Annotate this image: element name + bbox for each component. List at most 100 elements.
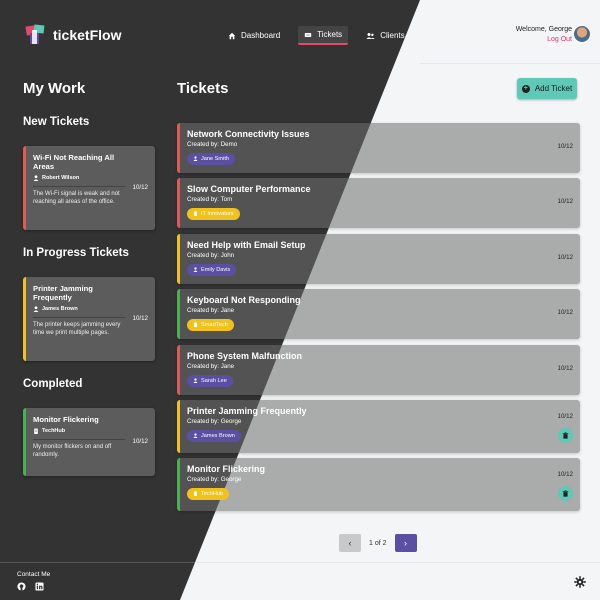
badge-label: TechHub (201, 490, 224, 497)
section-heading-completed: Completed (23, 378, 83, 390)
building-icon (194, 491, 197, 496)
status-bar (177, 345, 180, 395)
nav-label: Clients (380, 31, 405, 40)
avatar[interactable] (573, 25, 591, 43)
pagination: ‹ 1 of 2 › (339, 534, 417, 552)
github-icon[interactable] (17, 582, 26, 591)
ticket-date: 10/12 (557, 365, 573, 372)
card-assignee: Robert Wilson (33, 175, 147, 181)
card-divider (33, 317, 125, 318)
status-bar (177, 400, 180, 453)
card-divider (33, 186, 125, 187)
assignee-badge: Emily Davis (187, 263, 237, 276)
assignee-badge: Sarah Lee (187, 374, 233, 387)
badge-label: Emily Davis (201, 266, 231, 273)
assignee-name: TechHub (42, 428, 66, 434)
my-work-title: My Work (23, 80, 86, 97)
app-logo[interactable]: ticketFlow (25, 24, 121, 46)
prev-page-button[interactable]: ‹ (339, 534, 361, 552)
logo-icon (25, 24, 45, 44)
main-nav: Dashboard Tickets Clients (222, 26, 411, 45)
nav-label: Dashboard (241, 31, 281, 40)
ticket-card[interactable]: Slow Computer Performance Created by: Tom… (177, 178, 580, 228)
person-icon (33, 175, 39, 181)
status-bar (177, 289, 180, 339)
client-badge: IT Innovators (187, 207, 240, 220)
ticket-created-by: Created by: Tom (187, 196, 233, 203)
social-links (17, 582, 44, 591)
badge-label: Sarah Lee (201, 377, 227, 384)
linkedin-icon[interactable] (35, 582, 44, 591)
section-heading-new: New Tickets (23, 116, 90, 128)
status-bar (23, 408, 26, 476)
badge-label: SmartTech (201, 321, 228, 328)
person-icon (33, 306, 39, 312)
ticket-date: 10/12 (557, 143, 573, 150)
nav-clients[interactable]: Clients (360, 26, 410, 45)
ticket-card[interactable]: Need Help with Email Setup Created by: Jo… (177, 234, 580, 284)
gear-icon[interactable] (574, 576, 586, 588)
header-divider (420, 63, 600, 64)
card-title: Monitor Flickering (33, 415, 99, 424)
status-bar (23, 146, 26, 230)
tickets-title: Tickets (177, 80, 229, 97)
my-ticket-card[interactable]: Printer Jamming Frequently James Brown T… (23, 277, 155, 361)
user-info: Welcome, George Log Out (516, 26, 572, 43)
assignee-badge: James Brown (187, 429, 241, 442)
ticket-card[interactable]: Monitor Flickering Created by: George Tech… (177, 458, 580, 511)
trash-icon (562, 490, 569, 497)
ticket-icon (304, 32, 312, 37)
assignee-badge: Jane Smith (187, 152, 235, 165)
my-ticket-card[interactable]: Monitor Flickering TechHub My monitor fl… (23, 408, 155, 476)
card-divider (33, 439, 125, 440)
person-icon (193, 378, 198, 383)
ticket-title: Monitor Flickering (187, 464, 266, 474)
next-page-button[interactable]: › (394, 534, 417, 552)
ticket-card[interactable]: Phone System Malfunction Created by: Jane… (177, 345, 580, 395)
card-assignee: TechHub (33, 428, 147, 434)
delete-ticket-button[interactable] (558, 486, 573, 501)
ticket-created-by: Created by: George (187, 476, 242, 483)
logout-link[interactable]: Log Out (516, 36, 572, 43)
card-assignee: James Brown (33, 306, 147, 312)
badge-label: James Brown (201, 432, 235, 439)
ticket-created-by: Created by: George (187, 418, 242, 425)
add-ticket-button[interactable]: + Add Ticket (517, 78, 577, 99)
ticket-title: Need Help with Email Setup (187, 240, 306, 250)
add-ticket-label: Add Ticket (534, 84, 573, 93)
card-title: Printer Jamming Frequently (33, 284, 93, 302)
ticket-card[interactable]: Keyboard Not Responding Created by: Jane S… (177, 289, 580, 339)
card-title: Wi-Fi Not Reaching All Areas (33, 153, 115, 171)
card-date: 10/12 (132, 315, 148, 322)
section-heading-in-progress: In Progress Tickets (23, 247, 129, 259)
ticket-date: 10/12 (557, 254, 573, 261)
ticket-date: 10/12 (557, 198, 573, 205)
ticket-title: Keyboard Not Responding (187, 295, 301, 305)
ticket-title: Printer Jamming Frequently (187, 406, 307, 416)
ticket-created-by: Created by: Jane (187, 307, 235, 314)
delete-ticket-button[interactable] (558, 428, 573, 443)
nav-tickets[interactable]: Tickets (298, 26, 349, 45)
welcome-text: Welcome, George (515, 26, 572, 33)
client-badge: SmartTech (187, 318, 234, 331)
person-icon (193, 267, 198, 272)
my-ticket-card[interactable]: Wi-Fi Not Reaching All Areas Robert Wils… (23, 146, 155, 230)
app-name: ticketFlow (53, 27, 122, 43)
page-indicator: 1 of 2 (369, 539, 387, 547)
ticket-card[interactable]: Network Connectivity Issues Created by: D… (177, 123, 580, 173)
plus-icon: + (521, 84, 530, 93)
person-icon (193, 156, 198, 161)
assignee-name: James Brown (42, 306, 78, 312)
status-bar (177, 458, 180, 511)
building-icon (194, 322, 197, 327)
badge-label: Jane Smith (201, 155, 229, 162)
assignee-name: Robert Wilson (42, 175, 80, 181)
badge-label: IT Innovators (201, 210, 234, 217)
nav-dashboard[interactable]: Dashboard (222, 26, 286, 45)
ticket-title: Slow Computer Performance (187, 184, 311, 194)
ticket-card[interactable]: Printer Jamming Frequently Created by: Ge… (177, 400, 580, 453)
top-navbar: ticketFlow Dashboard Tickets Clients Wel… (0, 0, 600, 64)
card-description: The Wi-Fi signal is weak and not reachin… (33, 191, 120, 205)
status-bar (177, 234, 180, 284)
building-icon (194, 211, 197, 216)
